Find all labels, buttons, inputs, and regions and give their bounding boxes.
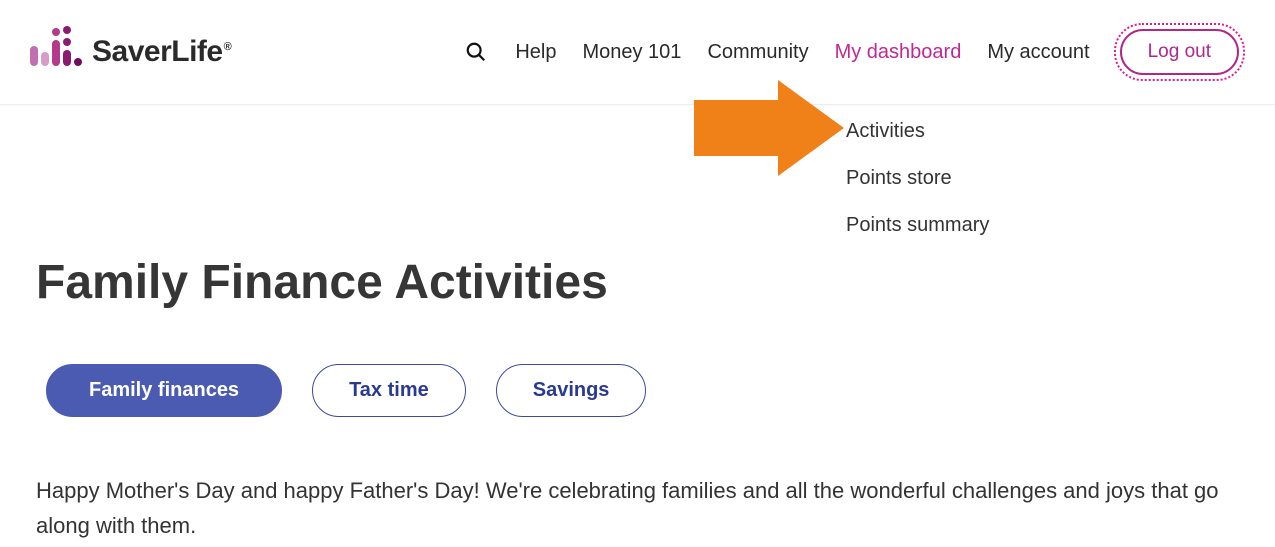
primary-nav: Help Money 101 Community My dashboard My…: [463, 39, 1089, 65]
nav-my-dashboard[interactable]: My dashboard: [835, 41, 962, 64]
tab-tax-time[interactable]: Tax time: [312, 364, 466, 417]
main-content: Family Finance Activities Family finance…: [0, 105, 1275, 543]
submenu-points-store[interactable]: Points store: [846, 155, 989, 202]
submenu-points-summary[interactable]: Points summary: [846, 202, 989, 249]
nav-my-account[interactable]: My account: [987, 41, 1089, 64]
search-icon[interactable]: [463, 39, 489, 65]
brand-logo-text: SaverLife®: [92, 35, 231, 69]
logout-button[interactable]: Log out: [1120, 29, 1239, 75]
brand-logo[interactable]: SaverLife®: [30, 32, 231, 72]
tab-family-finances[interactable]: Family finances: [46, 364, 282, 417]
brand-logo-mark: [30, 32, 86, 72]
nav-help[interactable]: Help: [515, 41, 556, 64]
logout-highlight: Log out: [1114, 23, 1245, 81]
nav-money-101[interactable]: Money 101: [582, 41, 681, 64]
site-header: SaverLife® Help Money 101 Community My d…: [0, 0, 1275, 105]
dashboard-submenu: Activities Points store Points summary: [846, 108, 989, 249]
nav-community[interactable]: Community: [707, 41, 808, 64]
activity-tabs: Family finances Tax time Savings: [46, 364, 1239, 417]
intro-paragraph: Happy Mother's Day and happy Father's Da…: [36, 473, 1226, 543]
tab-savings[interactable]: Savings: [496, 364, 647, 417]
submenu-activities[interactable]: Activities: [846, 108, 989, 155]
page-title: Family Finance Activities: [36, 255, 1239, 310]
callout-arrow-icon: [694, 80, 844, 181]
